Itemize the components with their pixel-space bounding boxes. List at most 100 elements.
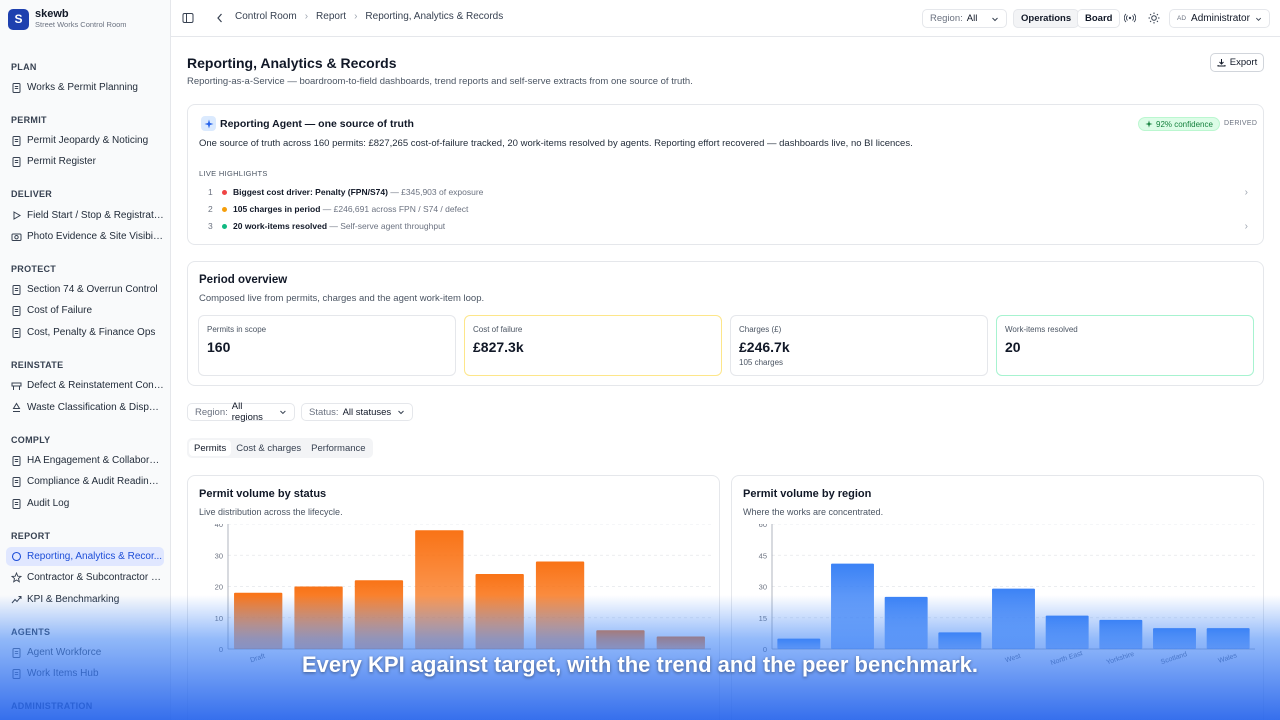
download-icon [1217, 59, 1226, 67]
sidebar-item[interactable]: Field Start / Stop & Registrati... [6, 206, 164, 225]
sidebar-item[interactable]: Section 74 & Overrun Control [6, 280, 164, 299]
sidebar-item[interactable]: Permit Register [6, 152, 164, 171]
tab-cost-charges[interactable]: Cost & charges [231, 440, 306, 456]
breadcrumb-item[interactable]: Control Room [235, 11, 297, 22]
breadcrumb-item[interactable]: Report [316, 11, 346, 22]
kpi-work-items-resolved[interactable]: Work-items resolved 20 [996, 315, 1254, 376]
sidebar-item[interactable]: Defect & Reinstatement Contr... [6, 376, 164, 395]
sidebar-item[interactable]: Compliance & Audit Readiness [6, 472, 164, 491]
back-chevron-icon[interactable] [215, 12, 225, 24]
chevron-down-icon [1255, 17, 1261, 21]
operations-button[interactable]: Operations [1013, 9, 1080, 28]
chart-title: Permit volume by region [743, 488, 872, 500]
view-tabs: Permits Cost & charges Performance [187, 438, 373, 458]
status-filter-label: Status: [309, 406, 339, 418]
chart-subtitle: Live distribution across the lifecycle. [199, 507, 343, 517]
bar [777, 638, 821, 649]
highlight-item[interactable]: 2 105 charges in period — £246,691 acros… [208, 204, 1248, 214]
sidebar-item[interactable]: Waste Classification & Dispos... [6, 398, 164, 417]
clipboard-icon [11, 156, 22, 167]
region-select-label: Region: [930, 13, 963, 24]
board-button[interactable]: Board [1077, 9, 1121, 28]
bar [1045, 615, 1089, 649]
bar [938, 632, 982, 649]
bar [475, 574, 524, 649]
sidebar-item[interactable]: Audit Log [6, 494, 164, 513]
y-tick-label: 20 [215, 583, 223, 592]
confidence-value: 92% confidence [1156, 119, 1213, 129]
page-title: Reporting, Analytics & Records [187, 55, 397, 71]
sidebar-item-label: Compliance & Audit Readiness [27, 476, 164, 487]
chevron-right-icon: › [1244, 220, 1248, 232]
breadcrumb: Control Room › Report › Reporting, Analy… [235, 11, 503, 22]
kpi-label: Cost of failure [473, 325, 523, 334]
page-subtitle: Reporting-as-a-Service — boardroom-to-fi… [187, 76, 693, 87]
sidebar-item[interactable]: KPI & Benchmarking [6, 590, 164, 609]
sidebar-item[interactable]: Cost, Penalty & Finance Ops [6, 323, 164, 342]
sidebar-item[interactable]: Works & Permit Planning [6, 78, 164, 97]
export-button[interactable]: Export [1210, 53, 1264, 72]
chevron-right-icon: › [354, 11, 358, 22]
sidebar-item[interactable]: Permit Jeopardy & Noticing [6, 131, 164, 150]
bar [1153, 628, 1196, 649]
bar [354, 580, 404, 649]
y-tick-label: 10 [215, 614, 223, 623]
sidebar-item[interactable]: HA Engagement & Collaborati... [6, 451, 164, 470]
circle-icon [11, 551, 22, 562]
chevron-right-icon: › [1244, 186, 1248, 198]
avatar: AD [1177, 15, 1187, 22]
sidebar-item-label: Field Start / Stop & Registrati... [27, 210, 164, 221]
user-name: Administrator [1191, 13, 1250, 24]
sidebar-item[interactable]: Photo Evidence & Site Visibility [6, 227, 164, 246]
highlight-sub: — £345,903 of exposure [390, 187, 484, 197]
highlight-item[interactable]: 1 Biggest cost driver: Penalty (FPN/S74)… [208, 186, 1248, 198]
reporting-agent-card: Reporting Agent — one source of truth 92… [187, 104, 1264, 245]
sidebar-item-label: Contractor & Subcontractor P... [27, 572, 164, 583]
highlight-main: 20 work-items resolved [233, 221, 328, 231]
bar [884, 596, 928, 649]
sparkle-icon [1145, 120, 1153, 128]
kpi-cost-of-failure[interactable]: Cost of failure £827.3k [464, 315, 722, 376]
highlight-main: 105 charges in period [233, 204, 321, 214]
brand-subtitle: Street Works Control Room [35, 20, 127, 29]
bar [415, 530, 464, 649]
region-select[interactable]: Region: All [922, 9, 1007, 28]
region-filter-label: Region: [195, 406, 228, 418]
agent-title: Reporting Agent — one source of truth [220, 118, 414, 130]
bar [992, 588, 1035, 649]
sidebar-item-label: Audit Log [27, 498, 70, 509]
theme-sun-icon[interactable] [1148, 12, 1160, 24]
highlight-sub: — Self-serve agent throughput [329, 221, 446, 231]
broadcast-icon[interactable] [1124, 12, 1136, 24]
status-filter[interactable]: Status: All statuses [301, 403, 413, 421]
sidebar: S skewb Street Works Control Room PLAN PE… [0, 0, 171, 720]
overview-subtitle: Composed live from permits, charges and … [199, 293, 485, 304]
clipboard-icon [11, 327, 22, 338]
user-menu[interactable]: AD Administrator [1169, 9, 1270, 28]
recycle-icon [11, 402, 22, 413]
nav-section-heading: PERMIT [11, 115, 47, 125]
clipboard-icon [11, 498, 22, 509]
status-dot [222, 223, 227, 229]
highlight-sub: — £246,691 across FPN / S74 / defect [322, 204, 469, 214]
sidebar-item-label: Permit Jeopardy & Noticing [27, 135, 149, 146]
sidebar-item-label: Waste Classification & Dispos... [27, 402, 164, 413]
highlights-heading: LIVE HIGHLIGHTS [199, 169, 268, 178]
sidebar-toggle-icon[interactable] [182, 12, 194, 24]
sidebar-item[interactable]: Contractor & Subcontractor P... [6, 568, 164, 587]
tab-permits[interactable]: Permits [189, 440, 232, 456]
region-select-value: All [966, 13, 978, 24]
bar [294, 586, 343, 649]
clipboard-icon [11, 82, 22, 93]
play-icon [11, 210, 22, 221]
bar [1206, 628, 1250, 649]
highlight-item[interactable]: 3 20 work-items resolved — Self-serve ag… [208, 220, 1248, 232]
kpi-charges[interactable]: Charges (£) £246.7k 105 charges [730, 315, 988, 376]
kpi-permits-in-scope[interactable]: Permits in scope 160 [198, 315, 456, 376]
region-filter[interactable]: Region: All regions [187, 401, 295, 423]
tab-performance[interactable]: Performance [306, 440, 370, 456]
sidebar-item-label: Section 74 & Overrun Control [27, 284, 158, 295]
brand[interactable]: S skewb Street Works Control Room [8, 8, 127, 30]
sidebar-item[interactable]: Reporting, Analytics & Recor... [6, 547, 164, 566]
sidebar-item[interactable]: Cost of Failure [6, 301, 164, 320]
